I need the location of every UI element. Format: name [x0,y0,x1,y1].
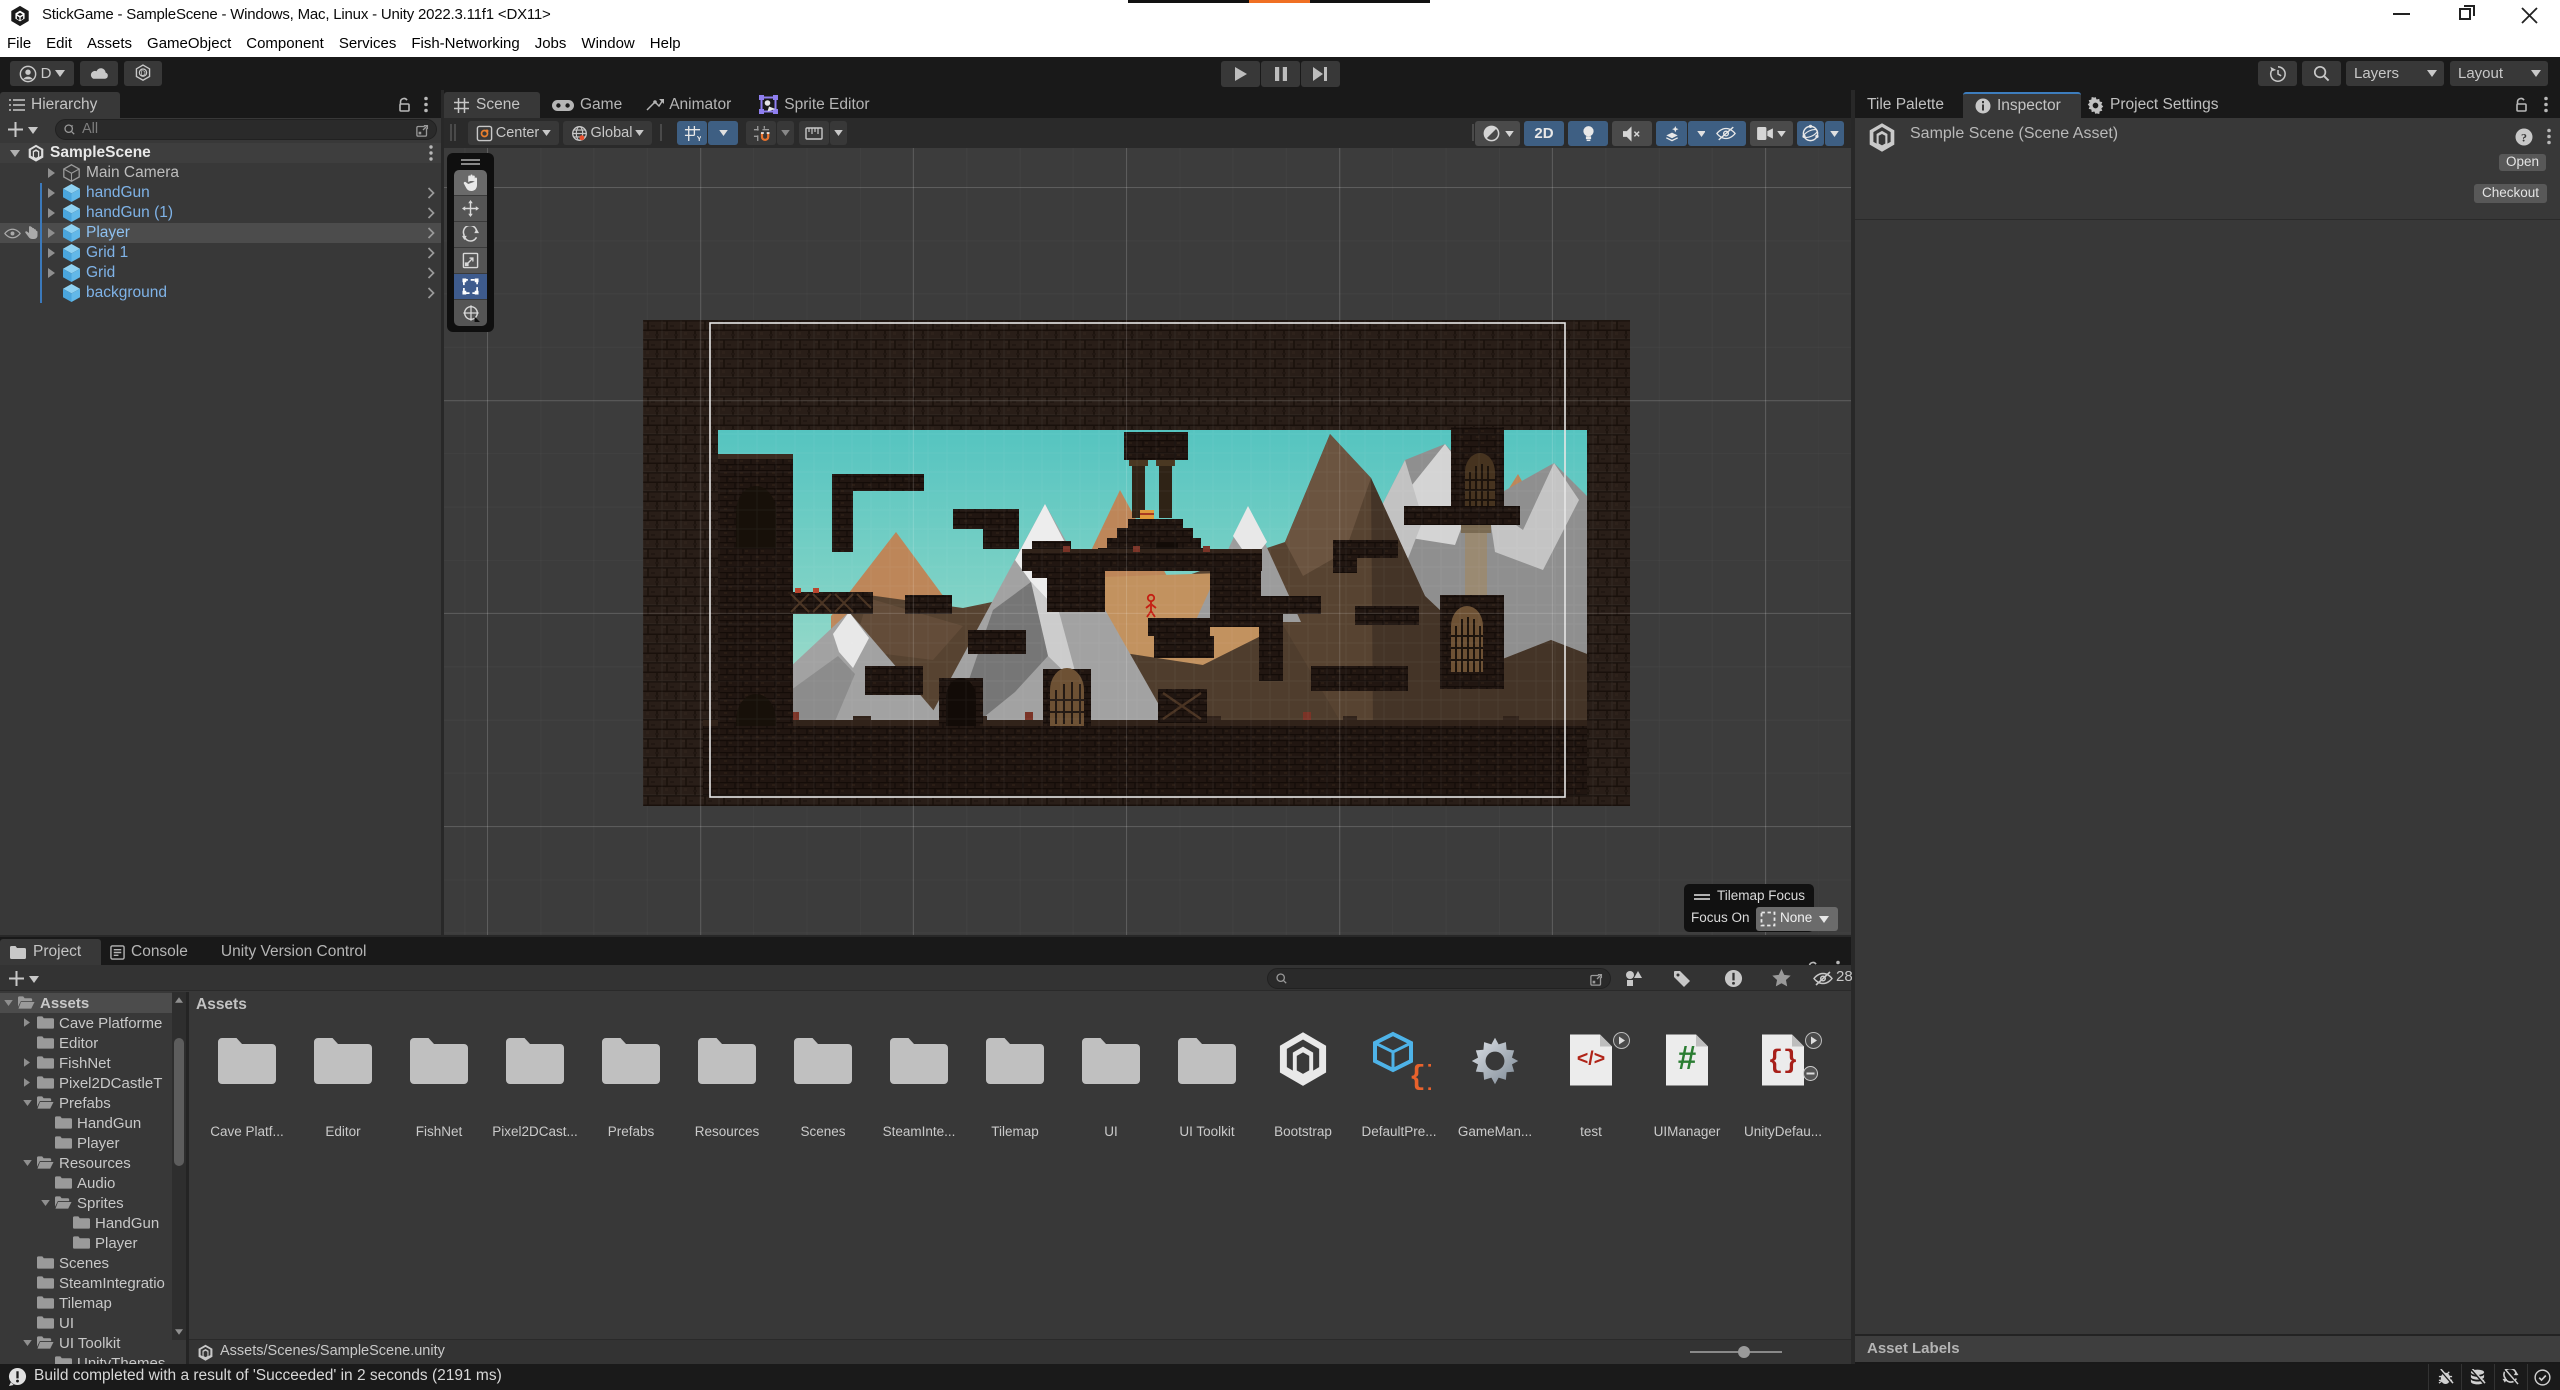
svg-text:#: # [1678,1039,1696,1076]
svg-text:D: D [140,69,145,78]
svg-text:Y: Y [696,134,700,142]
svg-text:?: ? [2521,131,2527,145]
svg-text:{}: {} [1409,1062,1431,1090]
svg-text:</>: </> [1577,1048,1605,1070]
svg-text:{}: {} [1768,1047,1799,1076]
